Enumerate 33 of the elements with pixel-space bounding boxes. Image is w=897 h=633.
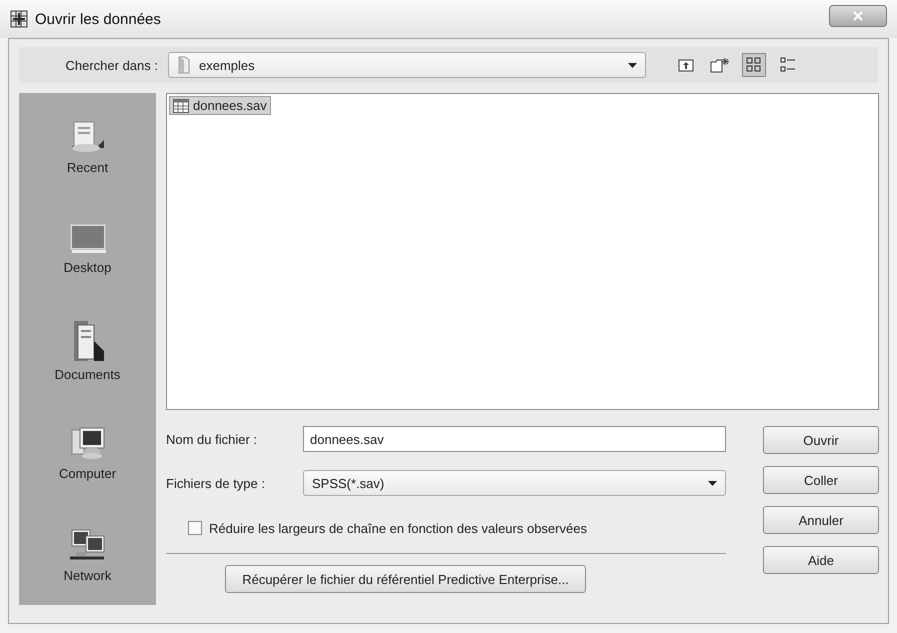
- window-title: Ouvrir les données: [35, 10, 162, 28]
- paste-button[interactable]: Coller: [763, 466, 879, 494]
- look-in-label: Chercher dans :: [64, 58, 158, 72]
- file-name-field[interactable]: donnees.sav: [303, 426, 726, 452]
- open-button[interactable]: Ouvrir: [763, 426, 879, 454]
- details-view-icon: [780, 57, 796, 73]
- app-icon: [10, 10, 28, 28]
- spreadsheet-icon: [173, 98, 189, 112]
- close-button[interactable]: [829, 5, 887, 27]
- up-folder-icon: [678, 58, 694, 72]
- list-view-icon: [746, 57, 762, 73]
- help-button[interactable]: Aide: [763, 546, 879, 574]
- checkbox-label: Réduire les largeurs de chaîne en fonction des valeurs observées: [209, 520, 587, 536]
- dropdown-arrow-icon: [628, 62, 637, 68]
- place-label[interactable]: Desktop: [64, 260, 112, 274]
- file-name-label: Nom du fichier :: [166, 432, 258, 446]
- checkbox[interactable]: [188, 521, 202, 535]
- look-in-dropdown[interactable]: exemples: [168, 52, 646, 78]
- cancel-button[interactable]: Annuler: [763, 506, 879, 534]
- place-label[interactable]: Documents: [54, 366, 120, 382]
- place-label[interactable]: Recent: [66, 160, 108, 174]
- folder-icon: [177, 56, 191, 74]
- place-label[interactable]: Network: [64, 568, 112, 582]
- monitor-icon: [68, 222, 108, 256]
- toolbar-button[interactable]: [742, 53, 766, 77]
- dropdown-arrow-icon: [708, 480, 717, 486]
- file-type-label: Fichiers de type :: [166, 476, 266, 490]
- place-label[interactable]: Computer: [58, 466, 116, 480]
- file-item[interactable]: donnees.sav: [169, 96, 271, 115]
- file-type-dropdown[interactable]: SPSS(*.sav): [303, 470, 726, 496]
- retrieve-repository-button[interactable]: Récupérer le fichier du référentiel Predictive Enterprise...: [225, 565, 586, 593]
- close-icon: [853, 10, 863, 20]
- new-folder-icon: [710, 57, 730, 73]
